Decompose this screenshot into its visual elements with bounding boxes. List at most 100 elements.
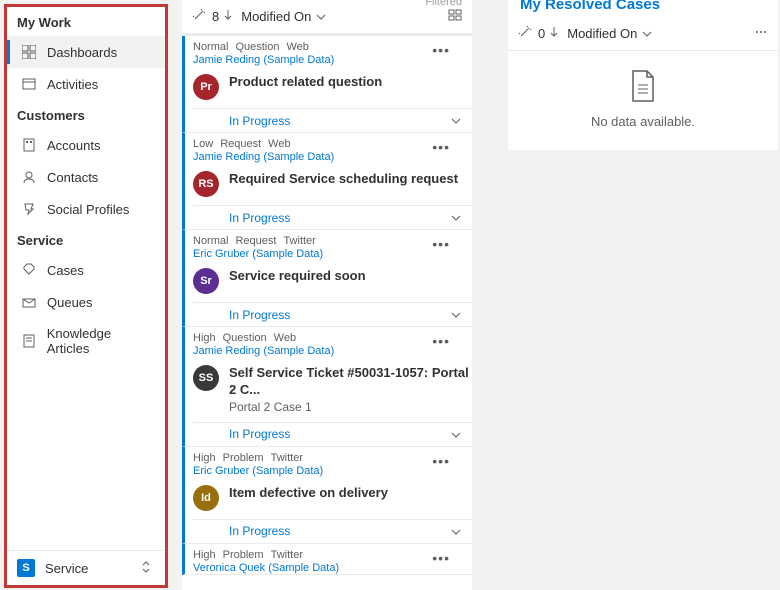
case-list[interactable]: •••NormalQuestionWebJamie Reding (Sample… [182,34,472,581]
queues-icon [21,294,37,310]
service-initial: S [17,559,35,577]
case-card[interactable]: •••HighQuestionWebJamie Reding (Sample D… [182,327,472,447]
document-icon [629,69,657,106]
nav-label: Contacts [47,170,98,185]
sort-direction-icon[interactable] [223,9,233,24]
nav-label: Social Profiles [47,202,129,217]
more-icon[interactable] [754,25,768,42]
nav-dashboards[interactable]: Dashboards [7,36,165,68]
nav-knowledge-articles[interactable]: Knowledge Articles [7,318,165,364]
sort-field[interactable]: Modified On [241,9,311,24]
case-meta: LowRequestWeb [193,138,472,150]
filtered-label: Filtered [425,0,462,8]
chevron-down-icon[interactable] [641,26,653,41]
case-count: 0 [538,26,545,41]
nav-label: Accounts [47,138,100,153]
section-my-work: My Work [7,7,165,36]
status-row[interactable]: In Progress [193,422,472,446]
nav-social-profiles[interactable]: Social Profiles [7,193,165,225]
status-row[interactable]: In Progress [193,108,472,132]
accounts-icon [21,137,37,153]
chevron-down-icon[interactable] [315,9,327,24]
case-owner[interactable]: Jamie Reding (Sample Data) [193,151,472,163]
panel-title: My Resolved Cases [508,0,778,15]
nav-cases[interactable]: Cases [7,254,165,286]
case-title: Item defective on delivery [229,485,388,502]
activities-icon [21,76,37,92]
chevron-down-icon [450,210,462,225]
avatar: Id [193,485,219,511]
case-meta: NormalRequestTwitter [193,235,472,247]
nav-queues[interactable]: Queues [7,286,165,318]
panel-toolbar: 0 Modified On [508,19,778,51]
empty-state: No data available. [508,51,778,147]
nav-activities[interactable]: Activities [7,68,165,100]
case-title: Service required soon [229,268,366,285]
case-owner[interactable]: Jamie Reding (Sample Data) [193,54,472,66]
more-icon[interactable]: ••• [432,550,450,566]
nav-label: Knowledge Articles [47,326,155,356]
area-label: Service [45,561,88,576]
case-meta: HighProblemTwitter [193,549,472,561]
nav-label: Cases [47,263,84,278]
case-card[interactable]: •••HighProblemTwitterEric Gruber (Sample… [182,447,472,544]
chevron-down-icon [450,427,462,442]
chevron-down-icon [450,307,462,322]
contacts-icon [21,169,37,185]
chevron-down-icon [450,113,462,128]
case-owner[interactable]: Jamie Reding (Sample Data) [193,345,472,357]
wand-icon[interactable] [192,8,206,25]
updown-icon [141,560,155,577]
dashboard-icon [21,44,37,60]
sort-direction-icon[interactable] [549,26,559,41]
case-card[interactable]: •••LowRequestWebJamie Reding (Sample Dat… [182,133,472,230]
status-row[interactable]: In Progress [193,205,472,229]
status-row[interactable]: In Progress [193,519,472,543]
chevron-down-icon [450,524,462,539]
case-status: In Progress [229,114,290,128]
case-count: 8 [212,9,219,24]
resolved-cases-panel: My Resolved Cases 0 Modified On No data … [508,0,778,150]
case-meta: NormalQuestionWeb [193,41,472,53]
cases-icon [21,262,37,278]
section-customers: Customers [7,100,165,129]
active-cases-panel: Active Cases Filtered 8 Modified On •••N… [182,0,472,590]
social-icon [21,201,37,217]
case-subtitle: Portal 2 Case 1 [229,400,472,414]
more-icon[interactable]: ••• [432,453,450,469]
avatar: SS [193,365,219,391]
section-service: Service [7,225,165,254]
sort-field[interactable]: Modified On [567,26,637,41]
avatar: Sr [193,268,219,294]
view-options-icon[interactable] [448,8,462,25]
nav-label: Dashboards [47,45,117,60]
nav-label: Activities [47,77,98,92]
nav-accounts[interactable]: Accounts [7,129,165,161]
empty-message: No data available. [591,114,695,129]
case-title: Self Service Ticket #50031-1057: Portal … [229,365,472,399]
case-owner[interactable]: Veronica Quek (Sample Data) [193,562,472,574]
case-title: Product related question [229,74,382,91]
wand-icon[interactable] [518,25,532,42]
case-title: Required Service scheduling request [229,171,458,188]
knowledge-icon [21,333,37,349]
case-status: In Progress [229,211,290,225]
more-icon[interactable]: ••• [432,236,450,252]
case-status: In Progress [229,427,290,441]
more-icon[interactable]: ••• [432,333,450,349]
case-owner[interactable]: Eric Gruber (Sample Data) [193,248,472,260]
case-card[interactable]: •••NormalQuestionWebJamie Reding (Sample… [182,36,472,133]
more-icon[interactable]: ••• [432,139,450,155]
nav-label: Queues [47,295,93,310]
more-icon[interactable]: ••• [432,42,450,58]
area-switcher[interactable]: S Service [7,550,165,585]
status-row[interactable]: In Progress [193,302,472,326]
case-status: In Progress [229,308,290,322]
avatar: RS [193,171,219,197]
nav-contacts[interactable]: Contacts [7,161,165,193]
case-owner[interactable]: Eric Gruber (Sample Data) [193,465,472,477]
avatar: Pr [193,74,219,100]
sidebar: My Work Dashboards Activities Customers … [4,4,168,588]
case-card[interactable]: •••NormalRequestTwitterEric Gruber (Samp… [182,230,472,327]
case-card[interactable]: •••HighProblemTwitterVeronica Quek (Samp… [182,544,472,575]
